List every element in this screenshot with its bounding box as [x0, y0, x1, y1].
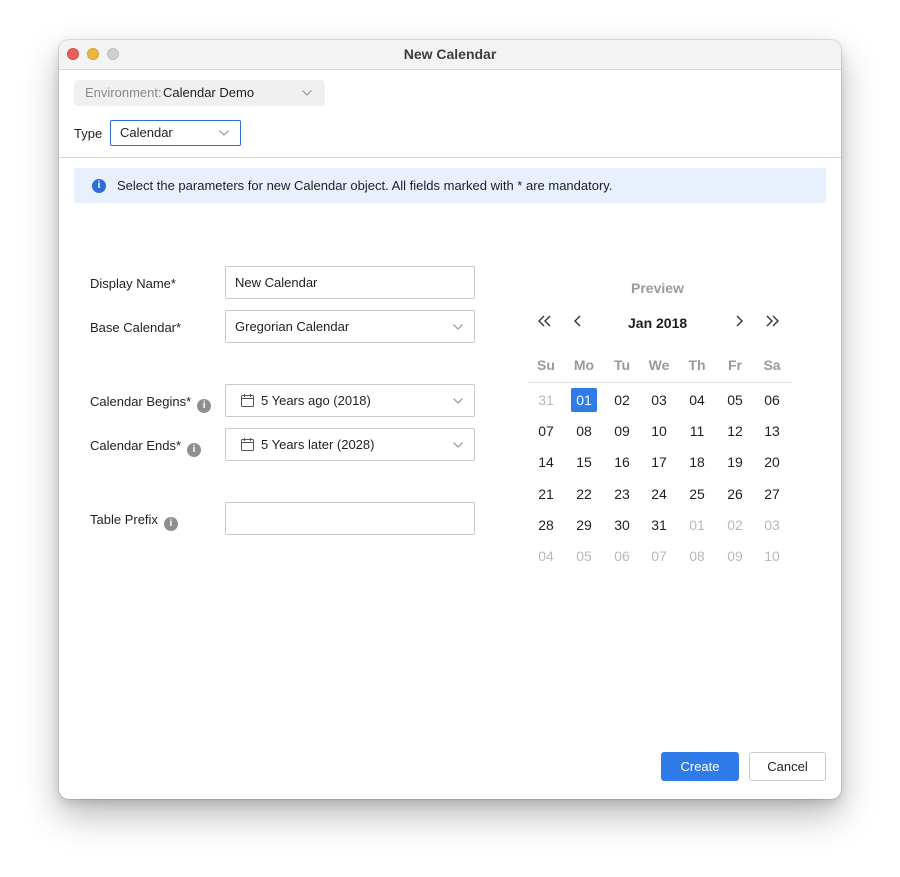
calendar-day[interactable]: 19 [722, 450, 748, 474]
weekday-label: Th [688, 357, 706, 373]
next-year-icon[interactable] [763, 313, 781, 329]
base-calendar-value: Gregorian Calendar [235, 319, 350, 334]
calendar-day[interactable]: 17 [646, 450, 672, 474]
calendar-icon [241, 438, 254, 451]
calendar-day[interactable]: 05 [571, 544, 597, 568]
calendar-day[interactable]: 23 [609, 482, 635, 506]
calendar-begins-label-row: Calendar Begins* i [90, 394, 212, 413]
calendar-day[interactable]: 06 [609, 544, 635, 568]
calendar-day[interactable]: 18 [684, 450, 710, 474]
calendar-day[interactable]: 09 [722, 544, 748, 568]
calendar-day[interactable]: 30 [609, 513, 635, 537]
calendar-day[interactable]: 04 [684, 388, 710, 412]
calendar-day[interactable]: 31 [533, 388, 559, 412]
calendar-day[interactable]: 21 [533, 482, 559, 506]
previous-month-icon[interactable] [569, 313, 587, 329]
info-tooltip-icon[interactable]: i [163, 517, 178, 531]
display-name-label: Display Name* [90, 276, 176, 291]
next-month-icon[interactable] [730, 313, 748, 329]
weekday-label: Su [537, 357, 555, 373]
info-tooltip-icon[interactable]: i [187, 443, 202, 457]
info-banner: i Select the parameters for new Calendar… [74, 168, 826, 203]
calendar-day[interactable]: 07 [533, 419, 559, 443]
calendar-begins-label: Calendar Begins* [90, 394, 192, 409]
display-name-value: New Calendar [235, 275, 318, 290]
table-prefix-label-row: Table Prefix i [90, 512, 178, 531]
chevron-down-icon [453, 324, 463, 330]
previous-year-icon[interactable] [536, 313, 554, 329]
chevron-down-icon [302, 90, 312, 96]
calendar-day[interactable]: 06 [759, 388, 785, 412]
calendar-day[interactable]: 14 [533, 450, 559, 474]
calendar-day[interactable]: 20 [759, 450, 785, 474]
calendar-day[interactable]: 07 [646, 544, 672, 568]
calendar-day[interactable]: 12 [722, 419, 748, 443]
calendar-day[interactable]: 03 [759, 513, 785, 537]
calendar-day[interactable]: 09 [609, 419, 635, 443]
calendar-day[interactable]: 25 [684, 482, 710, 506]
environment-select[interactable]: Environment: Calendar Demo [74, 80, 325, 106]
weekday-label: We [648, 357, 670, 373]
weekday-label: Tu [613, 357, 631, 373]
cancel-button[interactable]: Cancel [749, 752, 826, 781]
title-bar[interactable]: New Calendar [59, 40, 841, 70]
type-select[interactable]: Calendar [110, 120, 241, 146]
calendar-day[interactable]: 10 [759, 544, 785, 568]
chevron-down-icon [453, 398, 463, 404]
calendar-day[interactable]: 01 [684, 513, 710, 537]
calendar-day[interactable]: 04 [533, 544, 559, 568]
calendar-day[interactable]: 02 [609, 388, 635, 412]
header-divider [59, 157, 841, 158]
info-tooltip-icon[interactable]: i [197, 399, 212, 413]
base-calendar-select[interactable]: Gregorian Calendar [225, 310, 475, 343]
calendar-ends-value: 5 Years later (2028) [261, 437, 375, 452]
calendar-day[interactable]: 24 [646, 482, 672, 506]
calendar-day[interactable]: 22 [571, 482, 597, 506]
calendar-day[interactable]: 02 [722, 513, 748, 537]
calendar-day[interactable]: 10 [646, 419, 672, 443]
calendar-day[interactable]: 08 [684, 544, 710, 568]
weekday-label: Sa [763, 357, 781, 373]
weekday-label: Fr [728, 357, 742, 373]
chevron-down-icon [219, 130, 229, 136]
month-title: Jan 2018 [628, 315, 688, 331]
environment-label: Environment: [85, 85, 162, 100]
create-button[interactable]: Create [661, 752, 739, 781]
type-value: Calendar [120, 125, 173, 140]
calendar-day[interactable]: 15 [571, 450, 597, 474]
info-icon: i [92, 179, 106, 193]
type-label: Type [74, 126, 103, 141]
table-prefix-input[interactable] [225, 502, 475, 535]
chevron-down-icon [453, 442, 463, 448]
base-calendar-label: Base Calendar* [90, 320, 182, 335]
calendar-day[interactable]: 27 [759, 482, 785, 506]
calendar-ends-label-row: Calendar Ends* i [90, 438, 202, 457]
calendar-day[interactable]: 11 [684, 419, 710, 443]
info-text: Select the parameters for new Calendar o… [117, 178, 613, 193]
calendar-begins-value: 5 Years ago (2018) [261, 393, 371, 408]
calendar-begins-select[interactable]: 5 Years ago (2018) [225, 384, 475, 417]
environment-value: Calendar Demo [163, 85, 255, 100]
calendar-day[interactable]: 05 [722, 388, 748, 412]
table-prefix-label: Table Prefix [90, 512, 158, 527]
calendar-day[interactable]: 13 [759, 419, 785, 443]
calendar-icon [241, 394, 254, 407]
window-title: New Calendar [403, 46, 497, 62]
calendar-day[interactable]: 31 [646, 513, 672, 537]
new-calendar-dialog: New Calendar Environment: Calendar Demo … [59, 40, 841, 799]
weekday-divider [528, 382, 792, 383]
calendar-day[interactable]: 16 [609, 450, 635, 474]
preview-title: Preview [631, 280, 684, 296]
calendar-ends-select[interactable]: 5 Years later (2028) [225, 428, 475, 461]
calendar-ends-label: Calendar Ends* [90, 438, 182, 453]
calendar-day[interactable]: 29 [571, 513, 597, 537]
weekday-label: Mo [573, 357, 595, 373]
calendar-day[interactable]: 08 [571, 419, 597, 443]
calendar-day-selected[interactable]: 01 [571, 388, 597, 412]
calendar-day[interactable]: 03 [646, 388, 672, 412]
calendar-day[interactable]: 28 [533, 513, 559, 537]
calendar-day[interactable]: 26 [722, 482, 748, 506]
display-name-input[interactable]: New Calendar [225, 266, 475, 299]
